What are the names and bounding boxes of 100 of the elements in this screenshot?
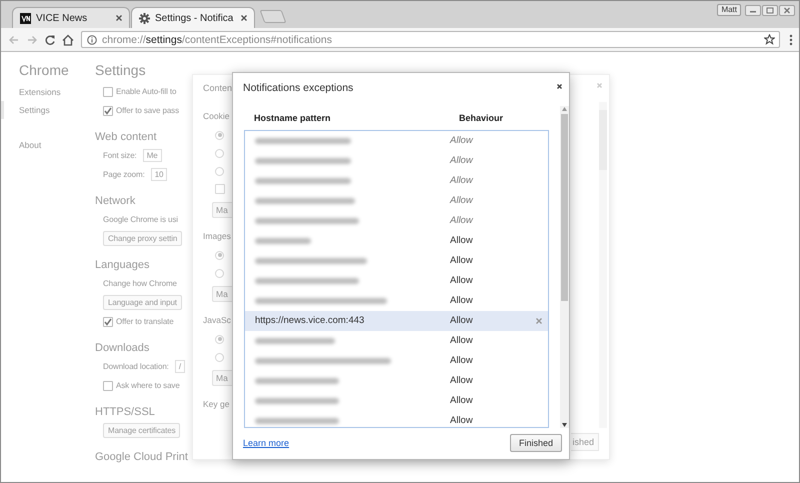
section-heading: Images bbox=[203, 230, 231, 243]
list-row[interactable]: Allow bbox=[245, 290, 548, 311]
minimize-icon[interactable] bbox=[745, 4, 761, 16]
app-title: Chrome bbox=[18, 62, 69, 78]
nav-item[interactable]: Settings bbox=[1, 101, 54, 119]
checkbox-label: Ask where to save bbox=[116, 381, 180, 390]
section-heading: Google Cloud Print bbox=[95, 450, 188, 465]
section-heading: Key ge bbox=[203, 398, 230, 411]
column-header: Hostname pattern bbox=[253, 112, 332, 123]
behaviour-text: Allow bbox=[450, 155, 473, 166]
list-row[interactable]: Allow bbox=[245, 130, 548, 151]
behaviour-text: Allow bbox=[450, 375, 473, 386]
settings-button[interactable]: Language and input bbox=[103, 295, 182, 310]
list-row[interactable]: Allow bbox=[245, 390, 548, 411]
list-row[interactable]: Allow bbox=[245, 170, 548, 191]
address-bar[interactable]: chrome://settings/contentExceptions#notifications bbox=[81, 31, 780, 48]
info-icon bbox=[87, 34, 97, 44]
manage-button[interactable]: Ma bbox=[212, 286, 234, 302]
behaviour-text: Allow bbox=[450, 175, 473, 186]
close-icon[interactable] bbox=[556, 83, 563, 90]
checkbox-label: Offer to translate bbox=[116, 317, 174, 326]
checkbox-label: Enable Auto-fill to bbox=[116, 87, 176, 96]
section-heading: JavaSc bbox=[203, 314, 231, 327]
field-label: Page zoom: bbox=[103, 170, 145, 179]
manage-button[interactable]: Ma bbox=[212, 370, 234, 386]
url-text: chrome://settings/contentExceptions#notifications bbox=[102, 34, 333, 46]
list-row[interactable]: Allow bbox=[245, 270, 548, 291]
reload-icon[interactable] bbox=[43, 32, 57, 46]
radio-button[interactable] bbox=[215, 250, 224, 260]
section-heading: Cookie bbox=[203, 110, 230, 123]
list-row[interactable]: Allow bbox=[245, 250, 548, 271]
description-text: Google Chrome is usi bbox=[103, 215, 178, 224]
list-row[interactable]: Allow bbox=[245, 210, 548, 231]
nav-item[interactable]: Extensions bbox=[1, 83, 65, 101]
list-row[interactable]: Allow bbox=[245, 370, 548, 391]
column-header: Behaviour bbox=[459, 112, 504, 123]
nav-item[interactable]: About bbox=[1, 136, 46, 154]
manage-button[interactable]: Ma bbox=[212, 202, 234, 218]
finished-button[interactable]: ished bbox=[571, 433, 599, 451]
dialog-title: Notifications exceptions bbox=[243, 82, 354, 94]
checkbox[interactable] bbox=[103, 86, 113, 96]
settings-button[interactable]: Manage certificates bbox=[103, 423, 180, 438]
checkbox[interactable] bbox=[103, 380, 113, 390]
close-icon[interactable] bbox=[240, 14, 248, 22]
hostname-text: https://news.vice.com:443 bbox=[254, 315, 366, 326]
list-row[interactable]: https://news.vice.com:443 Allow bbox=[245, 310, 548, 331]
section-heading: Downloads bbox=[95, 341, 150, 356]
behaviour-text: Allow bbox=[450, 235, 473, 246]
section-heading: HTTPS/SSL bbox=[95, 405, 155, 420]
gear-icon bbox=[139, 12, 150, 24]
list-row[interactable]: Allow bbox=[245, 150, 548, 171]
checkbox[interactable] bbox=[103, 316, 113, 326]
profile-button[interactable]: Matt bbox=[717, 4, 741, 16]
dropdown[interactable]: 10 bbox=[150, 168, 168, 181]
home-icon[interactable] bbox=[61, 32, 75, 46]
menu-icon[interactable] bbox=[788, 32, 794, 46]
remove-icon[interactable] bbox=[535, 316, 544, 325]
finished-button[interactable]: Finished bbox=[510, 434, 562, 452]
behaviour-text: Allow bbox=[450, 335, 473, 346]
learn-more-link[interactable]: Learn more bbox=[243, 438, 290, 448]
page-title: Settings bbox=[95, 62, 146, 78]
radio-button[interactable] bbox=[215, 130, 224, 140]
star-icon[interactable] bbox=[764, 34, 775, 45]
behaviour-text: Allow bbox=[450, 315, 473, 326]
list-row[interactable]: Allow bbox=[245, 190, 548, 211]
description-text: Change how Chrome bbox=[103, 279, 177, 288]
section-heading: Web content bbox=[95, 130, 157, 145]
behaviour-text: Allow bbox=[450, 295, 473, 306]
logo-icon bbox=[20, 12, 31, 24]
close-icon[interactable] bbox=[115, 14, 123, 22]
settings-button[interactable]: Change proxy settin bbox=[103, 231, 182, 246]
behaviour-text: Allow bbox=[450, 195, 473, 206]
list-row[interactable]: Allow bbox=[245, 350, 548, 371]
radio-button[interactable] bbox=[215, 148, 224, 158]
field-label: Font size: bbox=[103, 151, 137, 160]
radio-button[interactable] bbox=[215, 166, 224, 176]
dropdown[interactable]: Me bbox=[142, 149, 162, 162]
radio-button[interactable] bbox=[215, 268, 224, 278]
maximize-icon[interactable] bbox=[762, 4, 778, 16]
browser-tab[interactable]: VICE News bbox=[12, 7, 130, 28]
list-row[interactable]: Allow bbox=[245, 410, 548, 427]
new-tab-button[interactable] bbox=[260, 10, 286, 23]
dialog-title: Conten bbox=[203, 83, 232, 93]
scroll-down-icon[interactable] bbox=[562, 423, 568, 427]
behaviour-text: Allow bbox=[450, 255, 473, 266]
checkbox-label: Offer to save pass bbox=[116, 106, 179, 115]
browser-tab[interactable]: Settings - Notifica bbox=[131, 7, 255, 28]
scroll-up-icon[interactable] bbox=[562, 107, 568, 111]
section-heading: Network bbox=[95, 194, 136, 209]
behaviour-text: Allow bbox=[450, 135, 473, 146]
behaviour-text: Allow bbox=[450, 395, 473, 406]
dropdown[interactable]: / bbox=[174, 360, 185, 373]
section-heading: Languages bbox=[95, 258, 150, 273]
behaviour-text: Allow bbox=[450, 275, 473, 286]
list-row[interactable]: Allow bbox=[245, 330, 548, 351]
radio-button[interactable] bbox=[215, 352, 224, 362]
list-row[interactable]: Allow bbox=[245, 230, 548, 251]
radio-button[interactable] bbox=[215, 334, 224, 344]
behaviour-text: Allow bbox=[450, 415, 473, 426]
checkbox[interactable] bbox=[103, 106, 113, 116]
